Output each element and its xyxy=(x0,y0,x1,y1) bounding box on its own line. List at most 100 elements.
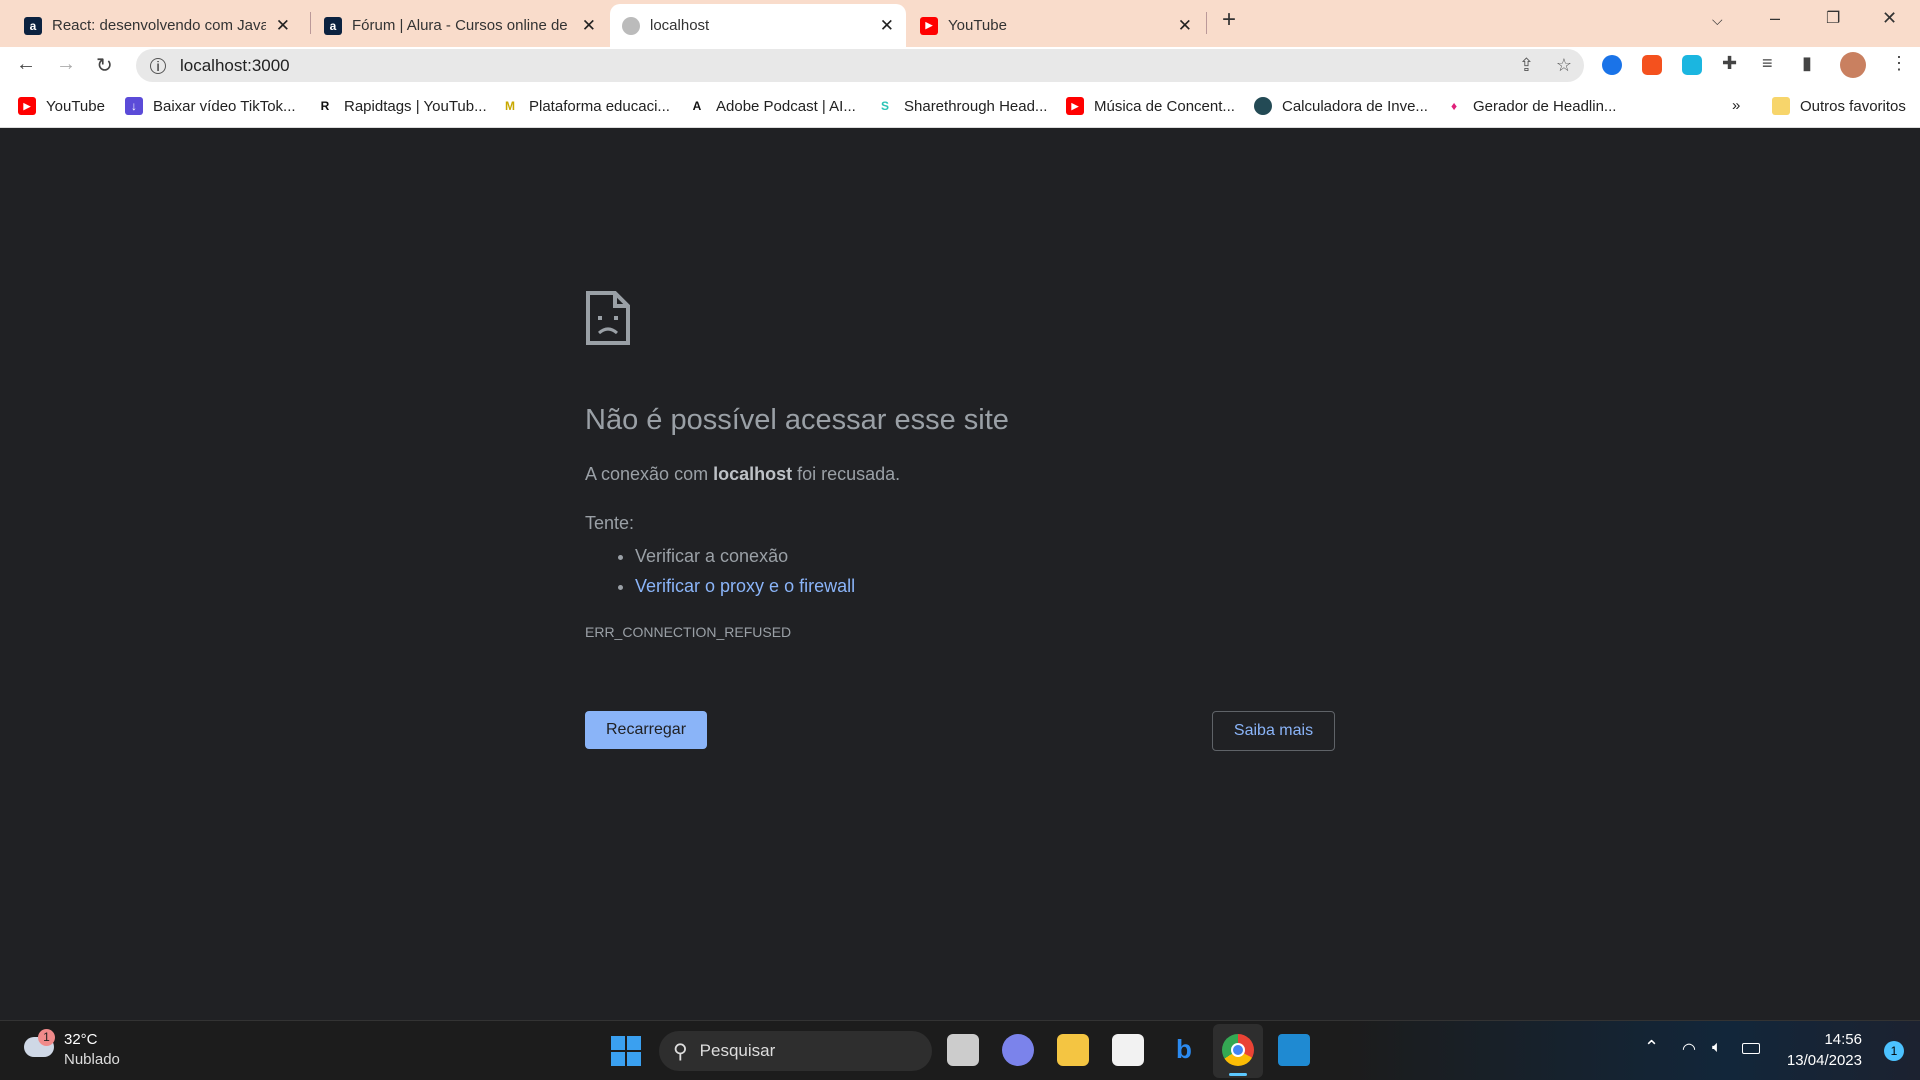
bookmarks-bar: ▶ YouTube ↓ Baixar vídeo TikTok... R Rapidt… xyxy=(0,84,1920,128)
close-icon[interactable]: ✕ xyxy=(582,16,596,36)
search-icon: ⚲ xyxy=(673,1040,688,1063)
other-bookmarks[interactable]: Outros favoritos xyxy=(1772,97,1906,115)
bookmark-label: YouTube xyxy=(46,97,105,115)
minimize-icon[interactable]: – xyxy=(1770,8,1780,29)
star-icon[interactable]: ☆ xyxy=(1556,55,1572,76)
sharethrough-icon: S xyxy=(880,99,889,113)
chrome-taskbar-button[interactable] xyxy=(1213,1024,1263,1078)
chrome-icon xyxy=(1222,1034,1254,1066)
message-prefix: A conexão com xyxy=(585,464,714,484)
bookmark-label: Outros favoritos xyxy=(1800,97,1906,115)
bing-icon[interactable]: b xyxy=(1168,1034,1200,1066)
tab-youtube[interactable]: ▶ YouTube ✕ xyxy=(908,4,1204,47)
tab-strip: a React: desenvolvendo com JavaScript ✕ … xyxy=(0,0,1920,47)
alura-icon: a xyxy=(324,16,342,35)
plataforma-icon: M xyxy=(505,99,515,113)
bookmark-sharethrough[interactable]: S Sharethrough Head... xyxy=(876,97,1047,115)
calculator-icon xyxy=(1254,97,1272,115)
search-label: Pesquisar xyxy=(699,1041,776,1060)
bookmark-label: Gerador de Headlin... xyxy=(1473,97,1617,115)
bookmark-label: Adobe Podcast | AI... xyxy=(716,97,856,115)
weather-temp[interactable]: 32°C xyxy=(64,1031,98,1048)
bookmark-youtube[interactable]: ▶ YouTube xyxy=(18,97,105,115)
extension-play-icon[interactable] xyxy=(1602,55,1622,75)
task-view-icon[interactable] xyxy=(947,1034,979,1066)
youtube-icon: ▶ xyxy=(18,97,36,115)
extensions-puzzle-icon[interactable]: ✚ xyxy=(1722,53,1737,74)
window-close-icon[interactable]: ✕ xyxy=(1882,8,1897,29)
rapidtags-icon: R xyxy=(320,99,330,113)
taskbar: 1 32°C Nublado ⚲ Pesquisar b ⌃ ◠ 🔈︎ 14:56… xyxy=(0,1020,1920,1080)
info-icon[interactable]: i xyxy=(150,57,166,74)
bookmark-plataforma[interactable]: M Plataforma educaci... xyxy=(501,97,670,115)
share-icon[interactable]: ⇪ xyxy=(1519,55,1534,76)
close-icon[interactable]: ✕ xyxy=(276,16,290,36)
alura-icon: a xyxy=(24,16,42,35)
tab-title: localhost xyxy=(650,17,710,34)
error-page: Não é possível acessar esse site A conex… xyxy=(0,128,1920,1020)
weather-badge: 1 xyxy=(38,1029,55,1046)
close-icon[interactable]: ✕ xyxy=(1178,16,1192,36)
bookmark-musica[interactable]: ▶ Música de Concent... xyxy=(1066,97,1235,115)
tab-localhost[interactable]: localhost ✕ xyxy=(610,4,906,47)
bookmark-label: Música de Concent... xyxy=(1094,97,1235,115)
bookmark-label: Baixar vídeo TikTok... xyxy=(153,97,296,115)
bookmark-label: Rapidtags | YouTub... xyxy=(344,97,487,115)
extension-record-icon[interactable] xyxy=(1642,55,1662,75)
error-code: ERR_CONNECTION_REFUSED xyxy=(585,624,792,640)
teams-chat-icon[interactable] xyxy=(1002,1034,1034,1066)
chevron-more-icon: » xyxy=(1732,97,1741,114)
address-bar[interactable]: i localhost:3000 ⇪ ☆ xyxy=(136,49,1584,82)
menu-kebab-icon[interactable]: ⋮ xyxy=(1890,53,1908,74)
browser-toolbar: ← → ↻ i localhost:3000 ⇪ ☆ ✚ ≡ ▮ ⋮ xyxy=(0,47,1920,84)
vscode-icon[interactable] xyxy=(1278,1034,1310,1066)
restore-icon[interactable]: ❐ xyxy=(1826,8,1840,28)
notification-badge[interactable]: 1 xyxy=(1884,1041,1904,1061)
details-button[interactable]: Saiba mais xyxy=(1212,711,1335,751)
forward-icon[interactable]: → xyxy=(56,53,76,76)
extension-edit-icon[interactable] xyxy=(1682,55,1702,75)
adobe-icon: A xyxy=(692,99,702,113)
taskbar-search[interactable]: ⚲ Pesquisar xyxy=(659,1031,932,1071)
bookmark-tiktok[interactable]: ↓ Baixar vídeo TikTok... xyxy=(125,97,296,115)
bookmarks-overflow[interactable]: » xyxy=(1732,97,1740,114)
clock-date[interactable]: 13/04/2023 xyxy=(1787,1052,1862,1069)
reload-button[interactable]: Recarregar xyxy=(585,711,707,749)
bookmark-gerador[interactable]: ♦ Gerador de Headlin... xyxy=(1445,97,1616,115)
tab-forum[interactable]: a Fórum | Alura - Cursos online de ✕ xyxy=(312,4,608,47)
suggestion-proxy-firewall: Verificar o proxy e o firewall xyxy=(635,571,855,601)
sad-document-icon xyxy=(586,291,630,345)
tab-divider xyxy=(310,12,311,34)
file-explorer-icon[interactable] xyxy=(1057,1034,1089,1066)
close-icon[interactable]: ✕ xyxy=(880,16,894,36)
download-icon: ↓ xyxy=(125,97,143,115)
bookmark-rapidtags[interactable]: R Rapidtags | YouTub... xyxy=(316,97,487,115)
wifi-icon[interactable]: ◠ xyxy=(1682,1039,1696,1059)
tab-title: Fórum | Alura - Cursos online de xyxy=(352,17,568,34)
error-message: A conexão com localhost foi recusada. xyxy=(585,464,900,485)
bookmark-label: Sharethrough Head... xyxy=(904,97,1048,115)
weather-desc[interactable]: Nublado xyxy=(64,1051,120,1068)
new-tab-icon[interactable]: + xyxy=(1222,6,1236,34)
try-label: Tente: xyxy=(585,513,635,533)
youtube-icon: ▶ xyxy=(920,16,938,35)
url-text[interactable]: localhost:3000 xyxy=(180,56,290,76)
windows-start-icon[interactable] xyxy=(611,1036,641,1066)
avatar[interactable] xyxy=(1840,52,1866,78)
bookmark-adobe[interactable]: A Adobe Podcast | AI... xyxy=(688,97,856,115)
proxy-firewall-link[interactable]: Verificar o proxy e o firewall xyxy=(635,576,855,596)
media-queue-icon[interactable]: ≡ xyxy=(1762,53,1773,74)
clock-time[interactable]: 14:56 xyxy=(1824,1031,1862,1048)
tab-react[interactable]: a React: desenvolvendo com JavaScript ✕ xyxy=(12,4,302,47)
volume-icon[interactable]: 🔈︎ xyxy=(1712,1039,1722,1057)
bookmark-calculadora[interactable]: Calculadora de Inve... xyxy=(1254,97,1428,115)
chevron-up-icon[interactable]: ⌃ xyxy=(1644,1037,1659,1058)
microsoft-store-icon[interactable] xyxy=(1112,1034,1144,1066)
tab-title: React: desenvolvendo com JavaScript xyxy=(52,17,266,34)
battery-icon[interactable] xyxy=(1742,1043,1760,1054)
side-panel-icon[interactable]: ▮ xyxy=(1802,53,1812,74)
tab-search-chevron-icon[interactable]: ⌵ xyxy=(1712,12,1723,29)
suggestion-check-connection: Verificar a conexão xyxy=(635,541,855,571)
reload-icon[interactable]: ↻ xyxy=(96,53,113,78)
back-icon[interactable]: ← xyxy=(16,53,36,76)
